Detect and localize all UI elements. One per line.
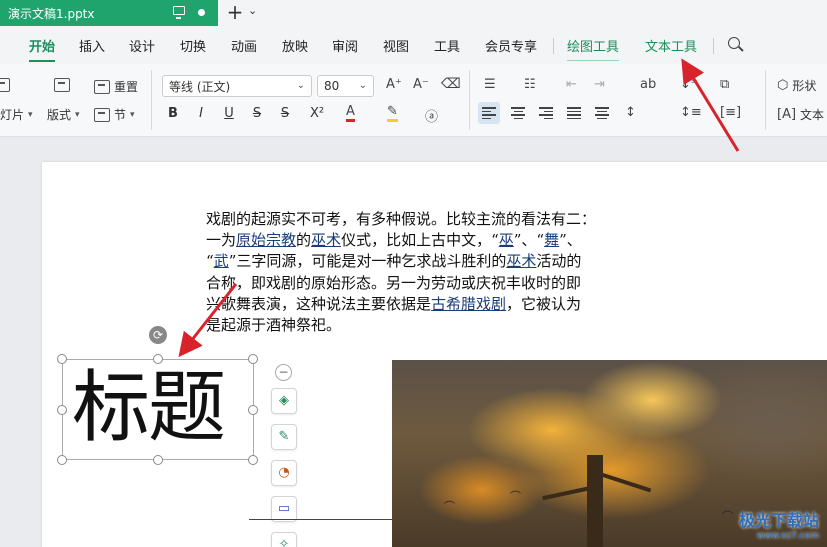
red-arrow-text-tools (681, 58, 740, 152)
annotation-arrows (178, 58, 740, 358)
red-arrow-title (178, 283, 238, 358)
